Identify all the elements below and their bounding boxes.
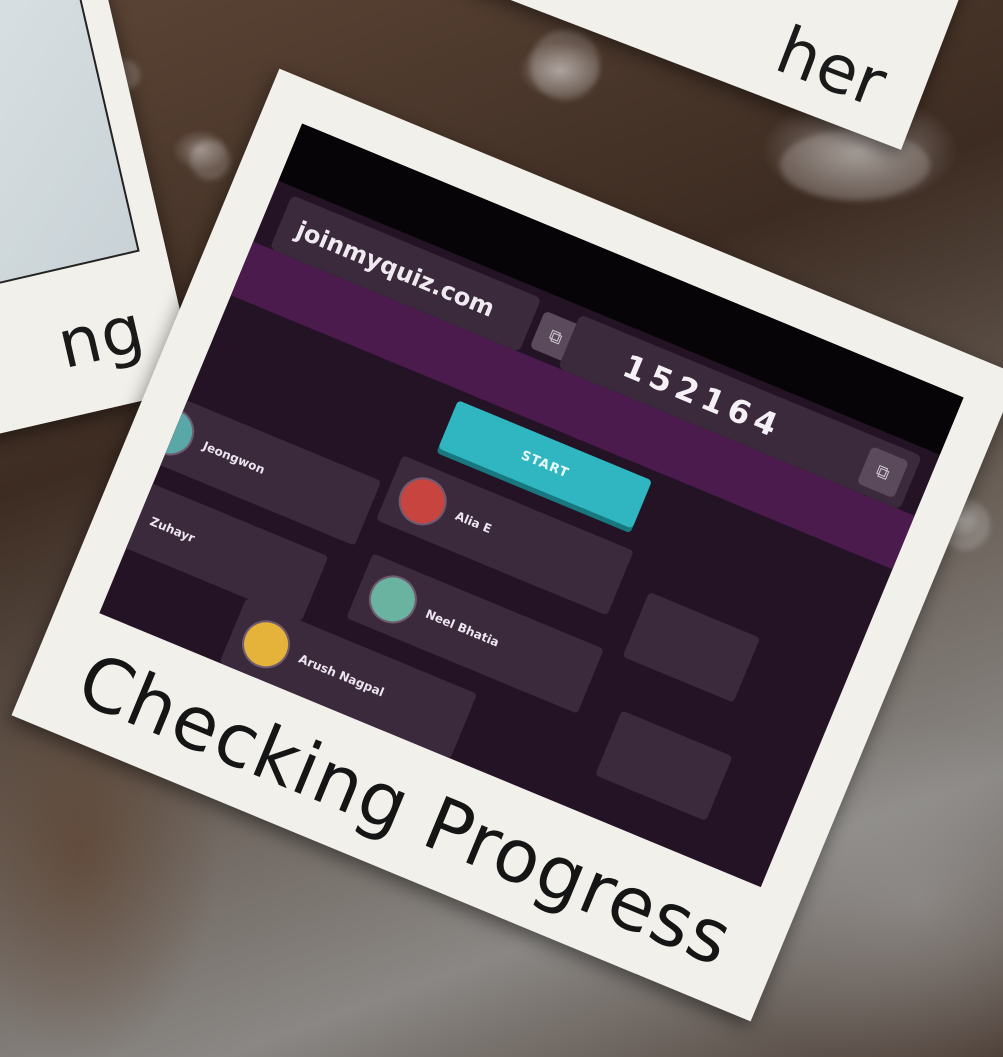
player-avatar (99, 475, 149, 539)
player-avatar (138, 400, 202, 463)
copy-icon: ⧉ (872, 460, 893, 485)
player-avatar (391, 469, 455, 533)
player-name: Jeongwon (200, 438, 268, 477)
player-tile-partial (595, 710, 733, 822)
polaroid-caption: ng (50, 289, 152, 384)
player-name: Alia E (453, 508, 494, 537)
polaroid-card-main: joinmyquiz.com ⧉ 152164 ⧉ START Alia E J… (11, 68, 1003, 1022)
player-avatar (361, 568, 425, 631)
player-name: Neel Bhatia (423, 606, 502, 650)
polaroid-photo (0, 0, 140, 329)
polaroid-caption: her (766, 11, 897, 123)
copy-icon: ⧉ (545, 324, 566, 349)
player-tile-partial (622, 591, 761, 703)
bokeh-light (780, 130, 930, 200)
polaroid-card-top: her (415, 0, 1003, 150)
player-avatar (234, 612, 298, 676)
player-name: Zuhayr (147, 514, 197, 546)
bokeh-light (190, 140, 230, 180)
player-name: Arush Nagpal (296, 651, 387, 700)
bokeh-light (530, 30, 600, 100)
